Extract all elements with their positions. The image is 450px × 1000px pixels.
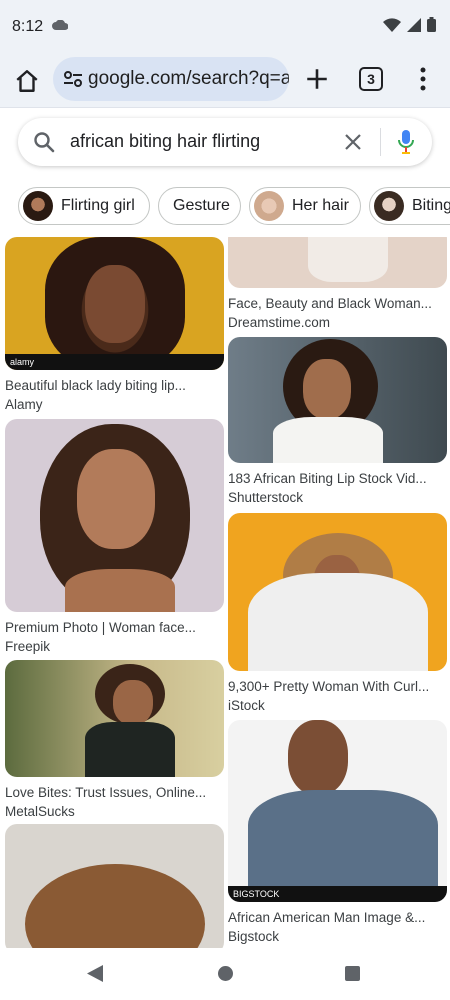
battery-icon [427, 17, 436, 32]
result-card[interactable]: 183 African Biting Lip Stock Vid... Shut… [228, 337, 447, 507]
result-card[interactable]: alamy Beautiful black lady biting lip...… [5, 237, 224, 414]
chip-label: Flirting girl [61, 197, 135, 214]
chip-her-hair[interactable]: Her hair [249, 187, 361, 225]
browser-toolbar: google.com/search?q=african+biting+hair+… [0, 56, 450, 108]
result-card[interactable]: BIGSTOCK African American Man Image &...… [228, 720, 447, 946]
status-bar: 8:12 [0, 0, 450, 56]
result-image[interactable] [228, 237, 447, 288]
chip-label: Biting [412, 197, 450, 214]
result-image[interactable] [228, 337, 447, 463]
result-title: Premium Photo | Woman face... [5, 620, 196, 635]
back-icon[interactable] [87, 965, 103, 982]
result-card[interactable]: Premium Photo | Woman face... Freepik [5, 419, 224, 656]
chip-thumbnail [374, 191, 404, 221]
new-tab-icon[interactable] [304, 66, 330, 92]
status-time: 8:12 [12, 18, 44, 35]
search-icon[interactable] [32, 130, 56, 154]
recents-icon[interactable] [345, 966, 360, 981]
result-source: Freepik [5, 639, 51, 654]
filter-chips: Flirting girl Gesture Her hair Biting [18, 187, 450, 227]
address-bar[interactable]: google.com/search?q=african+biting+hair+… [53, 57, 289, 101]
tab-switcher-button[interactable]: 3 [359, 67, 383, 91]
home-icon[interactable] [14, 68, 40, 94]
result-image[interactable]: BIGSTOCK [228, 720, 447, 902]
clear-icon[interactable] [342, 131, 364, 153]
chip-flirting-girl[interactable]: Flirting girl [18, 187, 150, 225]
wifi-icon [383, 17, 401, 32]
result-image[interactable] [5, 419, 224, 612]
result-image[interactable] [228, 513, 447, 671]
result-title: African American Man Image &... [228, 910, 426, 925]
cloud-icon [52, 20, 68, 30]
result-source: Dreamstime.com [228, 315, 331, 330]
chip-label: Gesture [173, 197, 230, 214]
result-source: iStock [228, 698, 265, 713]
chip-label: Her hair [292, 197, 349, 214]
result-title: Face, Beauty and Black Woman... [228, 296, 432, 311]
result-source: Alamy [5, 397, 43, 412]
result-card[interactable]: Love Bites: Trust Issues, Online... Meta… [5, 660, 224, 821]
image-results: alamy Beautiful black lady biting lip...… [0, 237, 450, 948]
result-card[interactable]: Face, Beauty and Black Woman... Dreamsti… [228, 237, 447, 332]
chip-thumbnail [23, 191, 53, 221]
result-source: Shutterstock [228, 490, 304, 505]
system-nav-bar [0, 948, 450, 1000]
result-title: Beautiful black lady biting lip... [5, 378, 186, 393]
result-image[interactable] [5, 660, 224, 777]
url-text: google.com/search?q=african+biting+hair+… [88, 68, 289, 89]
watermark: alamy [5, 354, 224, 370]
result-source: MetalSucks [5, 804, 75, 819]
result-card[interactable] [5, 824, 224, 948]
watermark: BIGSTOCK [228, 886, 447, 902]
result-source: Bigstock [228, 929, 280, 944]
more-menu-icon[interactable] [417, 66, 429, 92]
result-image[interactable] [5, 824, 224, 948]
result-card[interactable]: 9,300+ Pretty Woman With Curl... iStock [228, 513, 447, 715]
site-settings-icon[interactable] [63, 70, 83, 88]
microphone-icon[interactable] [396, 129, 416, 155]
chip-biting[interactable]: Biting [369, 187, 450, 225]
tab-count: 3 [367, 71, 375, 87]
search-box[interactable]: african biting hair flirting [18, 118, 432, 166]
search-input[interactable]: african biting hair flirting [70, 131, 260, 152]
chip-thumbnail [254, 191, 284, 221]
result-title: 9,300+ Pretty Woman With Curl... [228, 679, 430, 694]
result-title: Love Bites: Trust Issues, Online... [5, 785, 207, 800]
result-title: 183 African Biting Lip Stock Vid... [228, 471, 427, 486]
chip-gesture[interactable]: Gesture [158, 187, 241, 225]
home-nav-icon[interactable] [218, 966, 233, 981]
divider [380, 128, 381, 156]
cell-signal-icon [407, 17, 421, 32]
result-image[interactable]: alamy [5, 237, 224, 370]
